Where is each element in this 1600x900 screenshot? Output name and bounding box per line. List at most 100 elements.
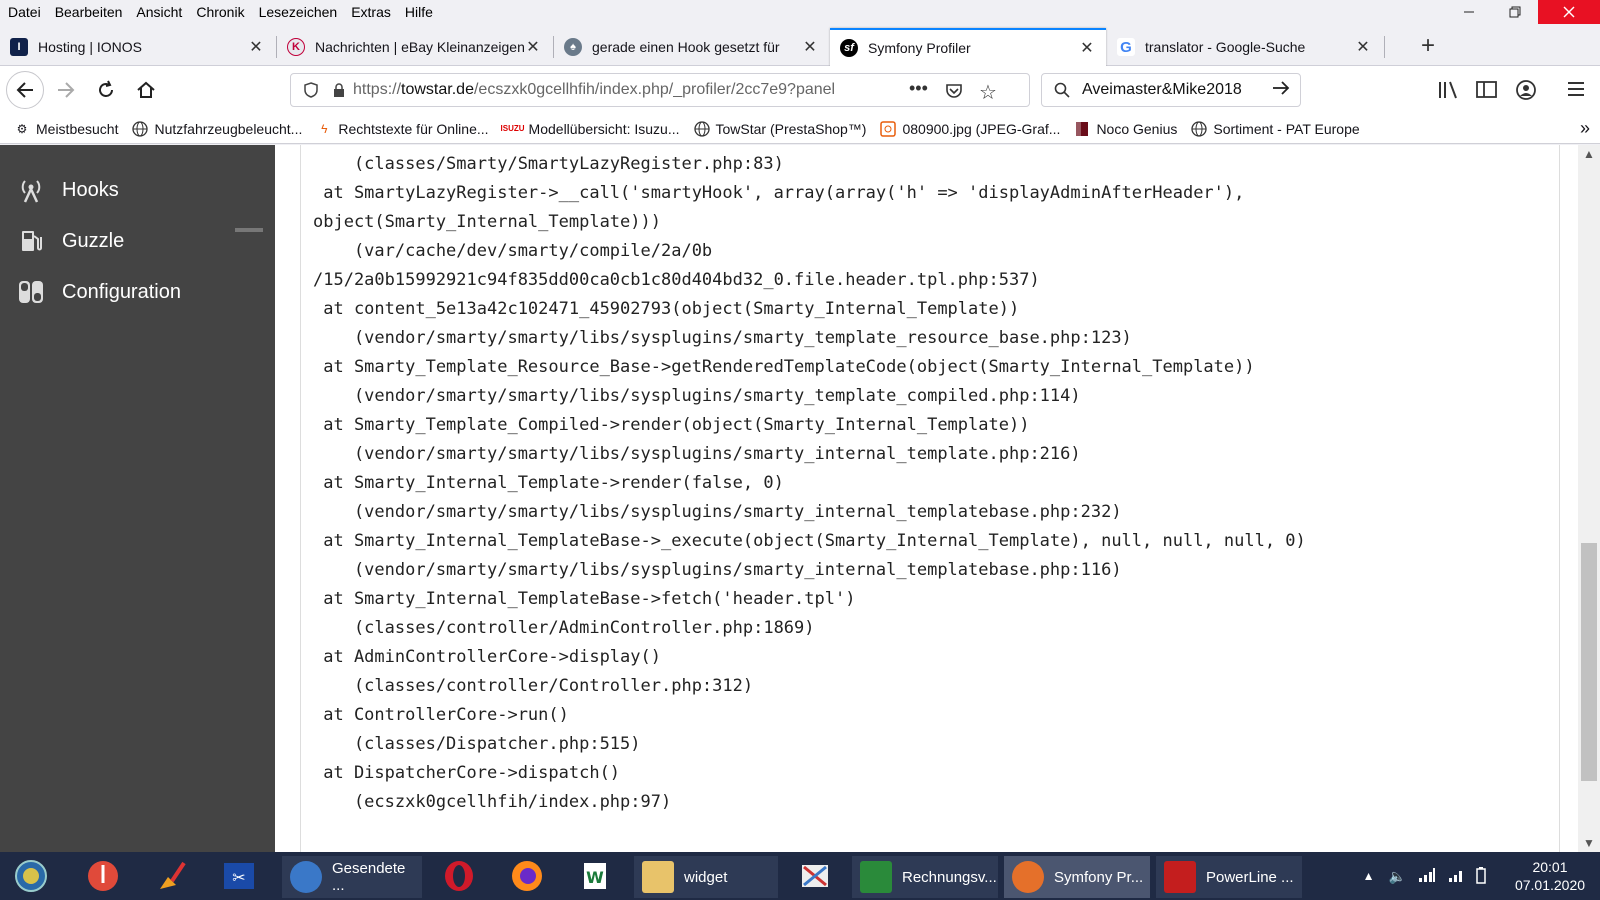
taskbar-app-mail[interactable]: Gesendete ... bbox=[282, 856, 422, 898]
taskbar-app-widget-folder[interactable]: widget bbox=[634, 856, 778, 898]
trace-line: (vendor/smarty/smarty/libs/sysplugins/sm… bbox=[313, 502, 1122, 522]
forward-button[interactable] bbox=[48, 72, 84, 108]
taskbar-app-pdf[interactable]: PowerLine ... bbox=[1156, 856, 1302, 898]
sidebar-item-configuration[interactable]: Configuration bbox=[18, 272, 181, 312]
taskbar-writer[interactable]: W bbox=[574, 857, 616, 895]
taskbar-pin-app[interactable] bbox=[82, 857, 124, 895]
isuzu-icon: ISUZU bbox=[500, 124, 525, 133]
tab-close-icon[interactable]: ✕ bbox=[247, 37, 265, 57]
signal-icon[interactable] bbox=[1448, 867, 1466, 886]
clock-time: 20:01 bbox=[1532, 859, 1568, 875]
lock-icon[interactable] bbox=[331, 82, 347, 103]
star-icon[interactable]: ☆ bbox=[979, 80, 997, 105]
tab-ionos[interactable]: I Hosting | IONOS ✕ bbox=[0, 28, 275, 66]
arrow-right-icon bbox=[58, 82, 75, 98]
navigation-bar: https://towstar.de/ecszxk0gcellhfih/inde… bbox=[0, 66, 1600, 114]
hamburger-menu-icon[interactable] bbox=[1566, 80, 1586, 103]
menu-extras[interactable]: Extras bbox=[344, 0, 398, 24]
svg-text:✂: ✂ bbox=[232, 868, 245, 887]
broom-icon bbox=[160, 861, 186, 889]
start-button[interactable] bbox=[10, 857, 52, 895]
invoice-app-icon bbox=[860, 861, 892, 893]
sidebar-toggle-icon[interactable] bbox=[1476, 80, 1498, 105]
taskbar-app-label: Rechnungsv... bbox=[902, 868, 997, 886]
battery-icon[interactable] bbox=[1472, 866, 1490, 887]
url-bar[interactable]: https://towstar.de/ecszxk0gcellhfih/inde… bbox=[290, 73, 1030, 107]
menu-datei[interactable]: Datei bbox=[0, 0, 48, 24]
taskbar-xmind[interactable] bbox=[794, 857, 836, 895]
clock[interactable]: 20:01 07.01.2020 bbox=[1510, 858, 1590, 894]
bookmark-rechtstexte[interactable]: ϟ Rechtstexte für Online... bbox=[309, 121, 495, 137]
scrollbar-thumb[interactable] bbox=[1581, 543, 1597, 781]
taskbar-firefox[interactable] bbox=[506, 857, 548, 895]
tab-close-icon[interactable]: ✕ bbox=[801, 37, 819, 57]
menu-hilfe[interactable]: Hilfe bbox=[398, 0, 440, 24]
menu-ansicht[interactable]: Ansicht bbox=[129, 0, 189, 24]
trace-line: at ControllerCore->run() bbox=[313, 705, 569, 725]
red-app-icon bbox=[88, 861, 118, 891]
tab-title: gerade einen Hook gesetzt für bbox=[592, 39, 780, 55]
close-icon bbox=[1563, 6, 1575, 18]
taskbar-ccleaner[interactable] bbox=[150, 857, 192, 895]
sidebar-item-label: Hooks bbox=[62, 178, 119, 201]
go-arrow-icon[interactable] bbox=[1272, 80, 1290, 101]
tab-separator bbox=[1384, 36, 1385, 58]
trace-line: at Smarty_Internal_TemplateBase->fetch('… bbox=[313, 589, 856, 609]
bookmark-pat-europe[interactable]: Sortiment - PAT Europe bbox=[1184, 121, 1366, 137]
tab-google[interactable]: G translator - Google-Suche ✕ bbox=[1107, 28, 1382, 66]
scroll-down-icon[interactable]: ▼ bbox=[1578, 836, 1600, 850]
menu-chronik[interactable]: Chronik bbox=[189, 0, 251, 24]
taskbar-opera[interactable] bbox=[438, 857, 480, 895]
profiler-sidebar: Hooks Guzzle Configuration bbox=[0, 145, 275, 852]
new-tab-button[interactable]: + bbox=[1413, 28, 1443, 64]
taskbar-tools[interactable]: ✂ bbox=[218, 857, 260, 895]
bookmark-noco[interactable]: Noco Genius bbox=[1067, 121, 1184, 137]
menu-bearbeiten[interactable]: Bearbeiten bbox=[48, 0, 130, 24]
trace-line: /15/2a0b15992921c94f835dd00ca0cb1c80d404… bbox=[313, 270, 1040, 290]
close-window-button[interactable] bbox=[1538, 0, 1600, 24]
arrow-left-icon bbox=[16, 82, 33, 98]
tab-close-icon[interactable]: ✕ bbox=[1354, 37, 1372, 57]
bookmark-isuzu[interactable]: ISUZU Modellübersicht: Isuzu... bbox=[496, 121, 687, 137]
menu-lesezeichen[interactable]: Lesezeichen bbox=[252, 0, 345, 24]
tab-ebay[interactable]: K Nachrichten | eBay Kleinanzeigen ✕ bbox=[277, 28, 552, 66]
sidebar-item-hooks[interactable]: Hooks bbox=[18, 170, 119, 210]
tab-close-icon[interactable]: ✕ bbox=[524, 37, 542, 57]
forum-icon: ♠ bbox=[564, 38, 582, 56]
sidebar-item-guzzle[interactable]: Guzzle bbox=[18, 221, 124, 261]
tray-expand-icon[interactable]: ▲ bbox=[1363, 869, 1375, 883]
network-icon[interactable] bbox=[1418, 867, 1436, 886]
minimize-button[interactable] bbox=[1446, 0, 1492, 24]
reload-button[interactable] bbox=[88, 72, 124, 108]
bookmark-jpeg[interactable]: 080900.jpg (JPEG-Graf... bbox=[873, 121, 1067, 137]
vertical-scrollbar[interactable]: ▲ ▼ bbox=[1578, 145, 1600, 852]
url-text: https://towstar.de/ecszxk0gcellhfih/inde… bbox=[353, 81, 873, 99]
bookmark-label: Nutzfahrzeugbeleucht... bbox=[154, 120, 303, 137]
taskbar-app-firefox-symfony[interactable]: Symfony Pr... bbox=[1004, 856, 1150, 898]
bookmark-meistbesucht[interactable]: ⚙ Meistbesucht bbox=[0, 121, 125, 137]
pocket-icon[interactable] bbox=[945, 82, 963, 105]
bookmark-nutzfahrzeug[interactable]: Nutzfahrzeugbeleucht... bbox=[125, 121, 309, 137]
search-input[interactable]: Aveimaster&Mike2018 bbox=[1082, 81, 1272, 99]
account-icon[interactable] bbox=[1515, 79, 1537, 106]
mail-icon bbox=[290, 861, 322, 893]
maximize-button[interactable] bbox=[1492, 0, 1538, 24]
tab-close-icon[interactable]: ✕ bbox=[1078, 38, 1096, 58]
search-bar[interactable]: Aveimaster&Mike2018 bbox=[1041, 73, 1301, 107]
tab-hook-forum[interactable]: ♠ gerade einen Hook gesetzt für ✕ bbox=[554, 28, 829, 66]
volume-icon[interactable]: 🔈 bbox=[1389, 868, 1406, 885]
tab-symfony-profiler[interactable]: sf Symfony Profiler ✕ bbox=[830, 28, 1106, 66]
bookmark-towstar[interactable]: TowStar (PrestaShop™) bbox=[687, 121, 874, 137]
more-icon[interactable]: ••• bbox=[909, 78, 928, 99]
toolbox-icon: ✂ bbox=[224, 863, 254, 889]
scroll-up-icon[interactable]: ▲ bbox=[1578, 147, 1600, 161]
trace-line: (classes/Smarty/SmartyLazyRegister.php:8… bbox=[313, 154, 784, 174]
back-button[interactable] bbox=[6, 71, 44, 109]
trace-line: (vendor/smarty/smarty/libs/sysplugins/sm… bbox=[313, 328, 1132, 348]
shield-icon[interactable] bbox=[303, 82, 319, 103]
bookmark-label: Noco Genius bbox=[1096, 120, 1178, 137]
chevron-double-right-icon[interactable]: » bbox=[1580, 118, 1590, 139]
library-icon[interactable] bbox=[1438, 80, 1460, 105]
taskbar-app-rechnung[interactable]: Rechnungsv... bbox=[852, 856, 998, 898]
home-button[interactable] bbox=[128, 72, 164, 108]
